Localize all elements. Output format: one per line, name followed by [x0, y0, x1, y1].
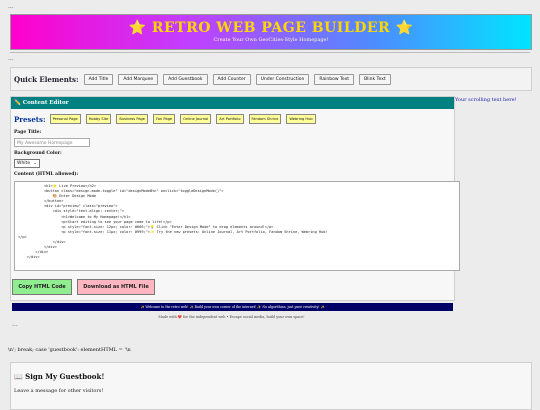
content-editor-panel: ✏️ Content Editor Presets: Personal Page…: [10, 96, 460, 301]
under-construction-button[interactable]: Under Construction: [255, 73, 310, 85]
presets-row: Presets: Personal Page Hobby Site Busine…: [14, 114, 321, 124]
guestbook-title: 📖 Sign My Guestbook!: [14, 372, 105, 381]
quick-elements-label: Quick Elements:: [14, 74, 79, 84]
rainbow-text-button[interactable]: Rainbow Text: [314, 73, 355, 85]
add-title-button[interactable]: Add Title: [83, 73, 114, 85]
preset-personal-page-button[interactable]: Personal Page: [49, 114, 81, 124]
add-marquee-button[interactable]: Add Marquee: [118, 73, 159, 85]
page-title-input[interactable]: My Awesome Homepage: [14, 138, 90, 147]
content-editor-title: ✏️ Content Editor: [11, 97, 454, 109]
guestbook-subtitle: Leave a message for other visitors!: [14, 388, 104, 394]
preset-hobby-site-button[interactable]: Hobby Site: [85, 114, 112, 124]
scrolling-text: Your scrolling text here!: [455, 97, 517, 103]
site-title: ⭐ RETRO WEB PAGE BUILDER ⭐: [128, 20, 414, 36]
preset-fandom-shrine-button[interactable]: Fandom Shrine: [248, 114, 282, 124]
guestbook-section: 📖 Sign My Guestbook! Leave a message for…: [10, 362, 532, 410]
chevron-down-icon: ⌄: [33, 161, 37, 166]
mid-ellipsis: ...: [8, 55, 14, 62]
site-subtitle: Create Your Own GeoCities-Style Homepage…: [213, 37, 329, 43]
presets-label: Presets:: [14, 114, 46, 124]
top-ellipsis: ...: [8, 3, 14, 10]
add-counter-button[interactable]: Add Counter: [212, 73, 251, 85]
bottom-ellipsis: ...: [12, 321, 18, 328]
copy-html-button[interactable]: Copy HTML Code: [12, 279, 72, 295]
content-textarea[interactable]: <h1>⭐ Live Preview</h2> <button class="d…: [14, 181, 460, 271]
preset-webring-hub-button[interactable]: Webring Hub: [286, 114, 316, 124]
add-guestbook-button[interactable]: Add Guestbook: [163, 73, 208, 85]
divider: [10, 52, 530, 53]
leaked-code-text: \n'; break; case 'guestbook': elementHTM…: [8, 347, 131, 353]
marquee-banner: ✨ Welcome to the retro web! ✨ Build your…: [12, 303, 453, 311]
download-html-button[interactable]: Download as HTML File: [77, 279, 155, 295]
preset-art-portfolio-button[interactable]: Art Portfolio: [216, 114, 244, 124]
made-with-footer: Made with ❤️ for the independent web • E…: [158, 315, 305, 319]
blink-text-button[interactable]: Blink Text: [359, 73, 391, 85]
preset-fan-page-button[interactable]: Fan Page: [153, 114, 176, 124]
site-header: ⭐ RETRO WEB PAGE BUILDER ⭐ Create Your O…: [10, 14, 532, 50]
quick-elements-bar: Quick Elements: Add Title Add Marquee Ad…: [10, 67, 532, 91]
background-color-select[interactable]: White ⌄: [14, 159, 40, 168]
background-color-label: Background Color:: [14, 151, 62, 156]
page-title-label: Page Title:: [14, 130, 42, 135]
code-line: </div>: [18, 255, 40, 260]
content-label: Content (HTML allowed):: [14, 172, 79, 177]
preset-online-journal-button[interactable]: Online Journal: [180, 114, 212, 124]
background-color-value: White: [17, 161, 31, 166]
preset-business-page-button[interactable]: Business Page: [116, 114, 149, 124]
